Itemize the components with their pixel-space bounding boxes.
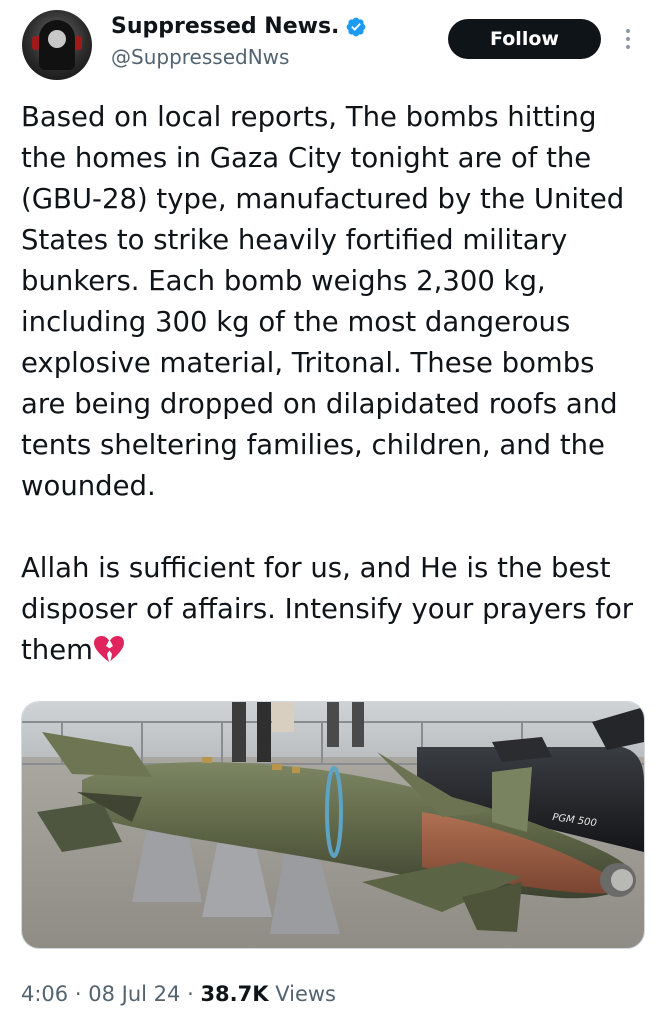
broken-heart-icon [93, 636, 124, 662]
meta-separator-2: · [187, 982, 194, 1006]
tweet-photo[interactable]: PGM 500 [21, 701, 645, 949]
avatar-mask [48, 30, 66, 48]
more-vertical-icon[interactable] [618, 26, 638, 52]
tweet-paragraph-2: Allah is sufficient for us, and He is th… [21, 548, 646, 671]
views-count[interactable]: 38.7K [200, 982, 268, 1006]
author-name-row: Suppressed News. [111, 14, 367, 39]
meta-separator-1: · [74, 982, 82, 1006]
author-handle[interactable]: @SuppressedNws [111, 45, 289, 69]
avatar[interactable] [22, 10, 92, 80]
tweet-date[interactable]: 08 Jul 24 [88, 982, 180, 1006]
author-display-name[interactable]: Suppressed News. [111, 14, 339, 39]
tweet-text: Based on local reports, The bombs hittin… [21, 97, 646, 671]
views-label: Views [275, 982, 336, 1006]
follow-button[interactable]: Follow [448, 19, 601, 59]
tweet-header: Suppressed News. @SuppressedNws Follow [0, 0, 663, 90]
tweet-paragraph-1: Based on local reports, The bombs hittin… [21, 101, 625, 502]
tweet-time[interactable]: 4:06 [21, 982, 68, 1006]
bomb-photo: PGM 500 [22, 702, 644, 948]
tweet-meta: 4:06 · 08 Jul 24 · 38.7K Views [21, 982, 336, 1006]
verified-badge-icon [347, 17, 366, 36]
